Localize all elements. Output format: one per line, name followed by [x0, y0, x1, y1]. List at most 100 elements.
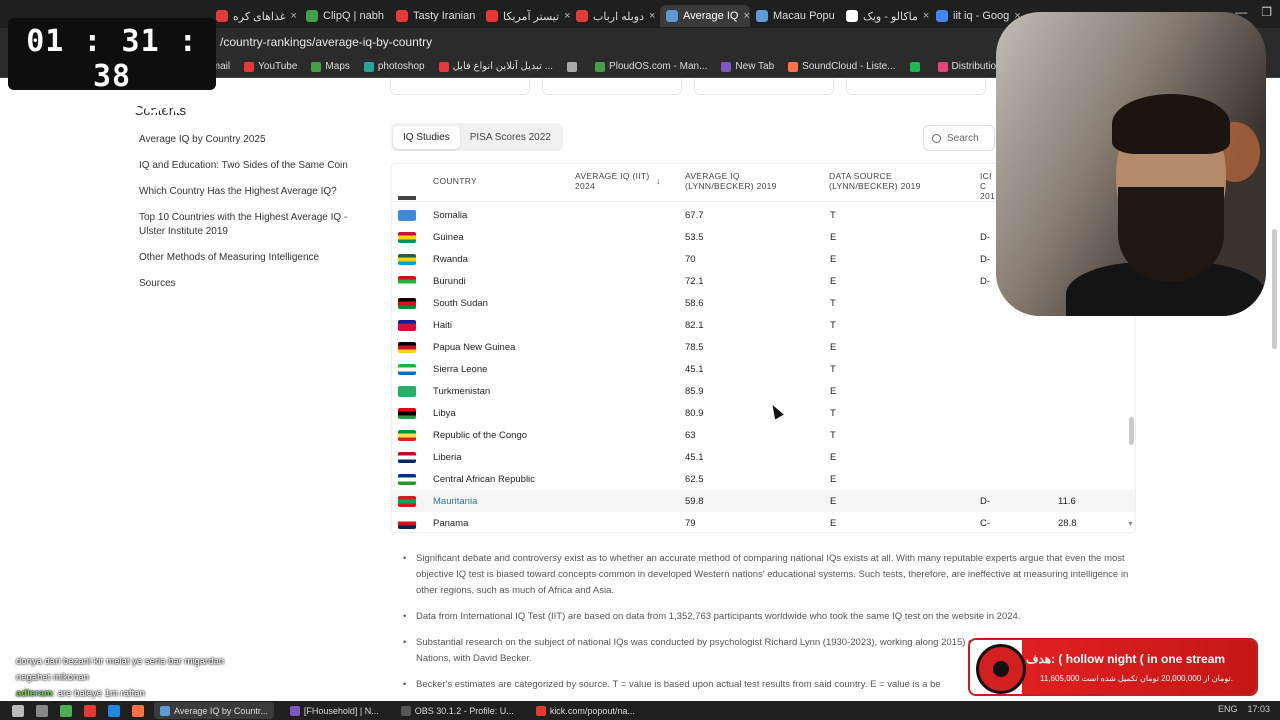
- bookmark-item[interactable]: PloudOS.com - Man...: [595, 61, 707, 72]
- cell-country[interactable]: Libya: [433, 408, 456, 419]
- browser-tab[interactable]: ClipQ | nabh×: [300, 5, 390, 27]
- windows-start-icon[interactable]: [12, 704, 24, 717]
- tab-label: ماکالو - ویک: [863, 10, 918, 23]
- cell-country[interactable]: Rwanda: [433, 254, 468, 265]
- toc-item[interactable]: Top 10 Countries with the Highest Averag…: [139, 211, 354, 239]
- tab-close-icon[interactable]: ×: [743, 10, 749, 22]
- taskbar-app[interactable]: OBS 30.1.2 - Profile: U...: [395, 702, 520, 719]
- table-row[interactable]: Liberia 45.1 E: [392, 446, 1135, 468]
- dataset-toggle: IQ Studies PISA Scores 2022: [391, 123, 563, 151]
- bookmark-item[interactable]: [909, 61, 924, 72]
- cell-country[interactable]: Guinea: [433, 232, 464, 243]
- tab-pisa-scores[interactable]: PISA Scores 2022: [460, 126, 561, 149]
- bookmark-item[interactable]: YouTube: [244, 61, 297, 72]
- toc-item[interactable]: IQ and Education: Two Sides of the Same …: [139, 159, 354, 173]
- browser-tab[interactable]: Tasty Iranian×: [390, 5, 480, 27]
- bookmark-item[interactable]: Maps: [311, 61, 350, 72]
- bookmark-label: New Tab: [735, 61, 775, 72]
- cell-country[interactable]: South Sudan: [433, 298, 488, 309]
- cell-country[interactable]: Sierra Leone: [433, 364, 487, 375]
- app-icon[interactable]: [60, 704, 72, 717]
- browser-tab[interactable]: تیستر آمریکا ×: [480, 5, 570, 27]
- bookmark-item[interactable]: SoundCloud - Liste...: [788, 61, 896, 72]
- taskbar-app[interactable]: kick.com/popout/na...: [530, 702, 641, 719]
- bookmark-item[interactable]: photoshop: [363, 61, 425, 72]
- col-iq-lynn[interactable]: AVERAGE IQ (LYNN/BECKER) 2019: [685, 171, 805, 191]
- search-box[interactable]: Search: [923, 125, 995, 151]
- cell-src: T: [830, 320, 836, 331]
- cell-country[interactable]: Republic of the Congo: [433, 430, 527, 441]
- cell-country[interactable]: Central African Republic: [433, 474, 535, 485]
- browser-tab[interactable]: ماکالو - ویک ×: [840, 5, 930, 27]
- url-text[interactable]: /country-rankings/average-iq-by-country: [220, 35, 432, 49]
- chat-message: adleram: are baleye 1m raftan: [16, 686, 236, 702]
- app-icon[interactable]: [108, 704, 120, 717]
- app-icon[interactable]: [132, 704, 144, 717]
- card-edge: [390, 79, 530, 95]
- page-scrollbar-thumb[interactable]: [1272, 229, 1277, 349]
- chat-username: adleram: [16, 688, 53, 699]
- table-row[interactable]: Mauritania 59.8 E D- 11.6: [392, 490, 1135, 512]
- search-taskbar-icon[interactable]: [36, 704, 48, 717]
- table-scrollbar-thumb[interactable]: [1129, 417, 1134, 445]
- flag-icon: [398, 254, 416, 265]
- cell-country[interactable]: Turkmenistan: [433, 386, 490, 397]
- webcam-person-beard: [1118, 187, 1224, 282]
- browser-tab[interactable]: Macau Popu×: [750, 5, 840, 27]
- tab-favicon-icon: [396, 10, 408, 22]
- bookmark-item[interactable]: تبدیل آنلاین انواع فایل ...: [438, 61, 553, 72]
- table-row[interactable]: Turkmenistan 85.9 E: [392, 380, 1135, 402]
- toc-item[interactable]: Which Country Has the Highest Average IQ…: [139, 185, 354, 199]
- cell-country[interactable]: Haiti: [433, 320, 452, 331]
- cell-iq: 85.9: [685, 386, 704, 397]
- clock[interactable]: 17:03: [1247, 704, 1270, 714]
- table-row[interactable]: Central African Republic 62.5 E: [392, 468, 1135, 490]
- toc-item[interactable]: Sources: [139, 277, 354, 291]
- cell-country[interactable]: Papua New Guinea: [433, 342, 515, 353]
- cell-country[interactable]: Mauritania: [433, 496, 477, 507]
- tab-label: Average IQ: [683, 10, 739, 22]
- taskbar-app[interactable]: [FHousehold] | N...: [284, 702, 385, 719]
- scroll-down-icon[interactable]: ▼: [1127, 521, 1134, 528]
- app-icon[interactable]: [84, 704, 96, 717]
- table-row[interactable]: Sierra Leone 45.1 T: [392, 358, 1135, 380]
- toc-item[interactable]: Other Methods of Measuring Intelligence: [139, 251, 354, 265]
- bookmark-item[interactable]: New Tab: [721, 61, 774, 72]
- table-row[interactable]: Haiti 82.1 T: [392, 314, 1135, 336]
- tab-iq-studies[interactable]: IQ Studies: [393, 125, 460, 149]
- table-row[interactable]: Panama 79 E C- 28.8: [392, 512, 1135, 532]
- col-data-source[interactable]: DATA SOURCE (LYNN/BECKER) 2019: [829, 171, 949, 191]
- taskbar-app[interactable]: Average IQ by Countr...: [154, 702, 274, 719]
- bookmark-label: YouTube: [258, 61, 298, 72]
- col-country[interactable]: COUNTRY: [433, 176, 477, 186]
- tab-close-icon[interactable]: ×: [290, 10, 296, 22]
- table-row[interactable]: Papua New Guinea 78.5 E: [392, 336, 1135, 358]
- toc-item[interactable]: Average IQ by Country 2025: [139, 133, 354, 147]
- cell-country[interactable]: Liberia: [433, 452, 462, 463]
- language-indicator[interactable]: ENG: [1218, 704, 1238, 714]
- browser-tab[interactable]: دوبله ارباب ×: [570, 5, 660, 27]
- sort-desc-icon[interactable]: ↓: [656, 176, 661, 186]
- cell-country[interactable]: Panama: [433, 518, 468, 529]
- bookmark-favicon-icon: [438, 61, 449, 72]
- taskbar: Average IQ by Countr... [FHousehold] | N.…: [0, 701, 1280, 720]
- browser-tab[interactable]: غذاهای کره ×: [210, 5, 300, 27]
- table-row[interactable]: Republic of the Congo 63 T: [392, 424, 1135, 446]
- flag-icon: [398, 474, 416, 485]
- stream-timer: 01 : 31 : 38 DAILIATON: [8, 18, 216, 119]
- bookmark-favicon-icon: [721, 61, 732, 72]
- cell-ici: D-: [980, 232, 991, 243]
- browser-tab[interactable]: Average IQ ×: [660, 5, 750, 27]
- cell-src: E: [830, 474, 837, 485]
- table-row[interactable]: Libya 80.9 T: [392, 402, 1135, 424]
- flag-icon: [398, 452, 416, 463]
- flag-icon: [398, 386, 416, 397]
- bookmark-item[interactable]: [567, 61, 581, 72]
- bookmark-favicon-icon: [909, 61, 920, 72]
- tab-close-icon[interactable]: ×: [649, 10, 655, 22]
- cell-country[interactable]: Burundi: [433, 276, 466, 287]
- col-iq-iit[interactable]: AVERAGE IQ (IIT) 2024: [575, 171, 655, 191]
- tab-close-icon[interactable]: ×: [923, 10, 929, 22]
- cell-country[interactable]: Somalia: [433, 210, 467, 221]
- cell-src: T: [830, 408, 836, 419]
